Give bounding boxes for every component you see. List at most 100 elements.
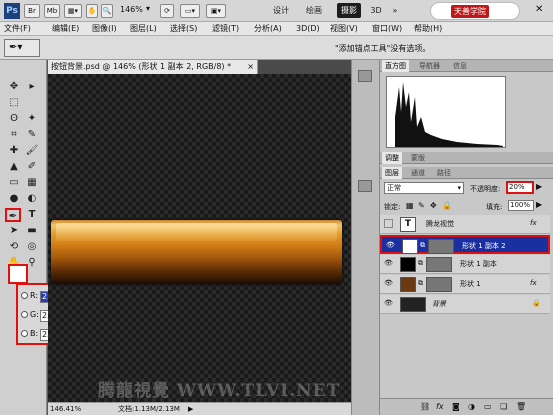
tool-preset-picker[interactable]: ✒▾: [4, 39, 40, 57]
radio-button[interactable]: [21, 311, 28, 318]
artboard-tool-icon[interactable]: ▸: [24, 80, 40, 94]
delete-layer-icon[interactable]: 🗑: [516, 402, 526, 411]
menu-help[interactable]: 帮助(H): [414, 23, 442, 35]
fx-icon[interactable]: fx: [530, 219, 537, 227]
tab-adjustments[interactable]: 调整: [382, 152, 402, 164]
layer-row[interactable]: 👁 ⧉ 形状 1 副本 2: [380, 235, 550, 254]
menu-filter[interactable]: 滤镜(T): [212, 23, 239, 35]
menu-3d[interactable]: 3D(D): [296, 23, 320, 35]
fill-field[interactable]: 100%: [508, 200, 534, 211]
tab-paths[interactable]: 路径: [434, 167, 454, 179]
workspace-painting[interactable]: 绘画: [303, 3, 325, 18]
tab-histogram[interactable]: 直方图: [382, 60, 409, 72]
marquee-tool-icon[interactable]: ⬚: [6, 96, 22, 110]
mini-bridge-button[interactable]: Mb: [44, 4, 60, 18]
radio-button[interactable]: [21, 330, 28, 337]
blur-tool-icon[interactable]: ●: [6, 192, 22, 206]
opacity-slider-arrow[interactable]: ▶: [536, 182, 542, 191]
crop-tool-icon[interactable]: ⌗: [6, 128, 22, 142]
menu-window[interactable]: 窗口(W): [372, 23, 402, 35]
eyedropper-tool-icon[interactable]: ✎: [24, 128, 40, 142]
menu-edit[interactable]: 编辑(E): [52, 23, 79, 35]
layer-row[interactable]: 👁 ⧉ 形状 1 fx: [380, 275, 550, 294]
move-tool-icon[interactable]: ✥: [6, 80, 22, 94]
path-selection-tool-icon[interactable]: ➤: [6, 224, 22, 238]
eye-icon[interactable]: 👁: [386, 241, 395, 250]
type-tool-icon[interactable]: T: [24, 208, 40, 222]
3d-rotate-tool-icon[interactable]: ⟲: [6, 240, 22, 254]
status-zoom[interactable]: 146.41%: [50, 403, 81, 415]
fx-icon[interactable]: fx: [530, 279, 537, 287]
layer-row[interactable]: 👁 背景 🔒: [380, 295, 550, 314]
rgb-row-r[interactable]: R:: [21, 291, 38, 300]
more-workspaces[interactable]: »: [390, 3, 400, 18]
layer-name[interactable]: 形状 1: [460, 279, 481, 289]
clone-stamp-tool-icon[interactable]: ▲: [6, 160, 22, 174]
rgb-row-b[interactable]: B:: [21, 329, 38, 338]
brush-tool-icon[interactable]: 🖌: [24, 144, 40, 158]
workspace-photography[interactable]: 摄影: [337, 3, 361, 18]
layer-name[interactable]: 背景: [432, 299, 446, 309]
shape-tool-icon[interactable]: ▬: [24, 224, 40, 238]
menu-layer[interactable]: 图层(L): [130, 23, 157, 35]
foreground-color-swatch[interactable]: [8, 264, 28, 284]
magic-wand-tool-icon[interactable]: ✦: [24, 112, 40, 126]
link-layers-icon[interactable]: ⛓: [420, 402, 430, 411]
menu-view[interactable]: 视图(V): [330, 23, 358, 35]
arrange-documents-button[interactable]: ▭▾: [180, 4, 200, 18]
pen-tool-icon[interactable]: ✒: [5, 208, 21, 222]
opacity-field[interactable]: 20%: [506, 181, 534, 194]
new-layer-icon[interactable]: ❏: [500, 402, 507, 411]
layer-name[interactable]: 形状 1 副本: [460, 259, 497, 269]
status-menu-arrow[interactable]: ▶: [188, 403, 193, 415]
3d-orbit-tool-icon[interactable]: ◎: [24, 240, 40, 254]
eye-icon[interactable]: 👁: [384, 299, 393, 308]
lock-all-icon[interactable]: 🔒: [442, 201, 452, 210]
dodge-tool-icon[interactable]: ◐: [24, 192, 40, 206]
chevron-down-icon[interactable]: ▾: [146, 4, 150, 13]
lock-transparency-icon[interactable]: ▦: [406, 201, 414, 210]
lock-pixels-icon[interactable]: ✎: [418, 201, 425, 210]
radio-button[interactable]: [21, 292, 28, 299]
tab-channels[interactable]: 通道: [408, 167, 428, 179]
visibility-toggle[interactable]: [384, 219, 393, 228]
eye-icon[interactable]: 👁: [384, 279, 393, 288]
blend-mode-select[interactable]: 正常 ▾: [384, 182, 464, 194]
panel-icon[interactable]: [358, 180, 372, 192]
view-extras-button[interactable]: ▦▾: [64, 4, 82, 18]
adjustment-layer-icon[interactable]: ◑: [468, 402, 475, 411]
panel-icon[interactable]: [358, 70, 372, 82]
rotate-view-button[interactable]: ⟳: [160, 4, 174, 18]
tab-masks[interactable]: 蒙版: [408, 152, 428, 164]
menu-select[interactable]: 选择(S): [170, 23, 197, 35]
workspace-design[interactable]: 设计: [270, 3, 292, 18]
close-icon[interactable]: ✕: [535, 4, 543, 15]
document-tab[interactable]: 按钮背景.psd @ 146% (形状 1 副本 2, RGB/8) * ×: [48, 60, 258, 74]
eye-icon[interactable]: 👁: [384, 259, 393, 268]
layer-name[interactable]: 形状 1 副本 2: [462, 241, 506, 251]
layer-row[interactable]: T 腾龙视觉 fx: [380, 215, 550, 234]
layer-row[interactable]: 👁 ⧉ 形状 1 副本: [380, 255, 550, 274]
tab-navigator[interactable]: 导航器: [416, 60, 443, 72]
tab-info[interactable]: 信息: [450, 60, 470, 72]
rgb-row-g[interactable]: G:: [21, 310, 39, 319]
menu-analysis[interactable]: 分析(A): [254, 23, 282, 35]
canvas[interactable]: 腾龍視覺 WWW.TLVI.NET: [48, 74, 351, 402]
workspace-3d[interactable]: 3D: [368, 3, 384, 18]
menu-image[interactable]: 图像(I): [92, 23, 117, 35]
layer-name[interactable]: 腾龙视觉: [426, 219, 454, 229]
fill-slider-arrow[interactable]: ▶: [536, 200, 542, 209]
history-brush-tool-icon[interactable]: ✐: [24, 160, 40, 174]
zoom-level[interactable]: 146%: [120, 5, 143, 14]
screen-mode-button[interactable]: ▣▾: [206, 4, 226, 18]
healing-brush-tool-icon[interactable]: ✚: [6, 144, 22, 158]
lasso-tool-icon[interactable]: ʘ: [6, 112, 22, 126]
fx-icon[interactable]: fx: [436, 402, 444, 411]
zoom-tool-button[interactable]: 🔍: [101, 4, 113, 18]
menu-file[interactable]: 文件(F): [4, 23, 31, 35]
tab-layers[interactable]: 图层: [382, 167, 402, 179]
add-mask-icon[interactable]: ◙: [452, 402, 460, 411]
gradient-tool-icon[interactable]: ▦: [24, 176, 40, 190]
lock-position-icon[interactable]: ✥: [430, 201, 437, 210]
new-group-icon[interactable]: ▭: [484, 402, 492, 411]
